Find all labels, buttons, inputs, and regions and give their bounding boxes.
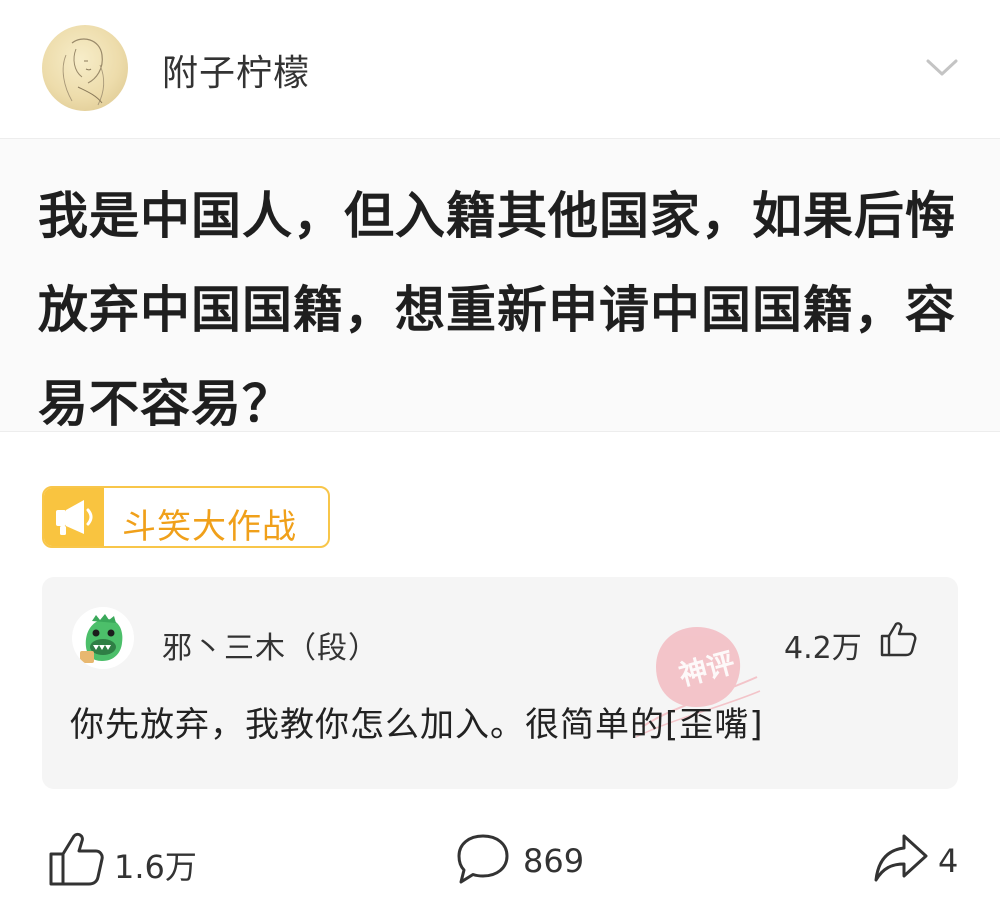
- like-count: 1.6万: [114, 848, 197, 886]
- commenter-avatar[interactable]: [72, 607, 134, 669]
- share-arrow-icon: [874, 834, 928, 882]
- tag-label: 斗笑大作战: [122, 507, 297, 547]
- comment-action[interactable]: 869: [455, 830, 595, 890]
- author-avatar[interactable]: [42, 25, 128, 111]
- question-title: 我是中国人，但入籍其他国家，如果后悔放弃中国国籍，想重新申请中国国籍，容易不容易…: [38, 187, 956, 433]
- question-card[interactable]: 我是中国人，但入籍其他国家，如果后悔放弃中国国籍，想重新申请中国国籍，容易不容易…: [0, 138, 1000, 433]
- commenter-name[interactable]: 邪丶三木（段）: [162, 623, 379, 667]
- comment-text: 你先放弃，我教你怎么加入。很简单的[歪嘴]: [70, 705, 764, 745]
- share-action[interactable]: 4: [872, 830, 972, 890]
- megaphone-icon: [44, 488, 104, 546]
- post-header: 附子柠檬: [0, 0, 1000, 138]
- thumbs-up-icon: [49, 832, 104, 886]
- green-dinosaur-icon: [72, 607, 134, 669]
- like-action[interactable]: 1.6万: [48, 830, 208, 890]
- sketch-portrait-icon: [62, 38, 105, 106]
- chevron-down-icon[interactable]: [922, 52, 962, 82]
- thumbs-up-icon[interactable]: [878, 619, 918, 659]
- comment-like-count: 4.2万: [784, 631, 862, 666]
- comment-bubble-icon: [457, 834, 509, 884]
- post-page: 附子柠檬 我是中国人，但入籍其他国家，如果后悔放弃中国国籍，想重新申请中国国籍，…: [0, 0, 1000, 913]
- top-comment[interactable]: 邪丶三木（段） 神评 4.2万 你先放弃，我教你怎么加入。很简单的[歪嘴]: [42, 577, 958, 789]
- topic-tag[interactable]: 斗笑大作战: [42, 486, 330, 548]
- share-count: 4: [938, 842, 959, 880]
- comment-count: 869: [523, 842, 585, 880]
- author-name[interactable]: 附子柠檬: [162, 44, 310, 96]
